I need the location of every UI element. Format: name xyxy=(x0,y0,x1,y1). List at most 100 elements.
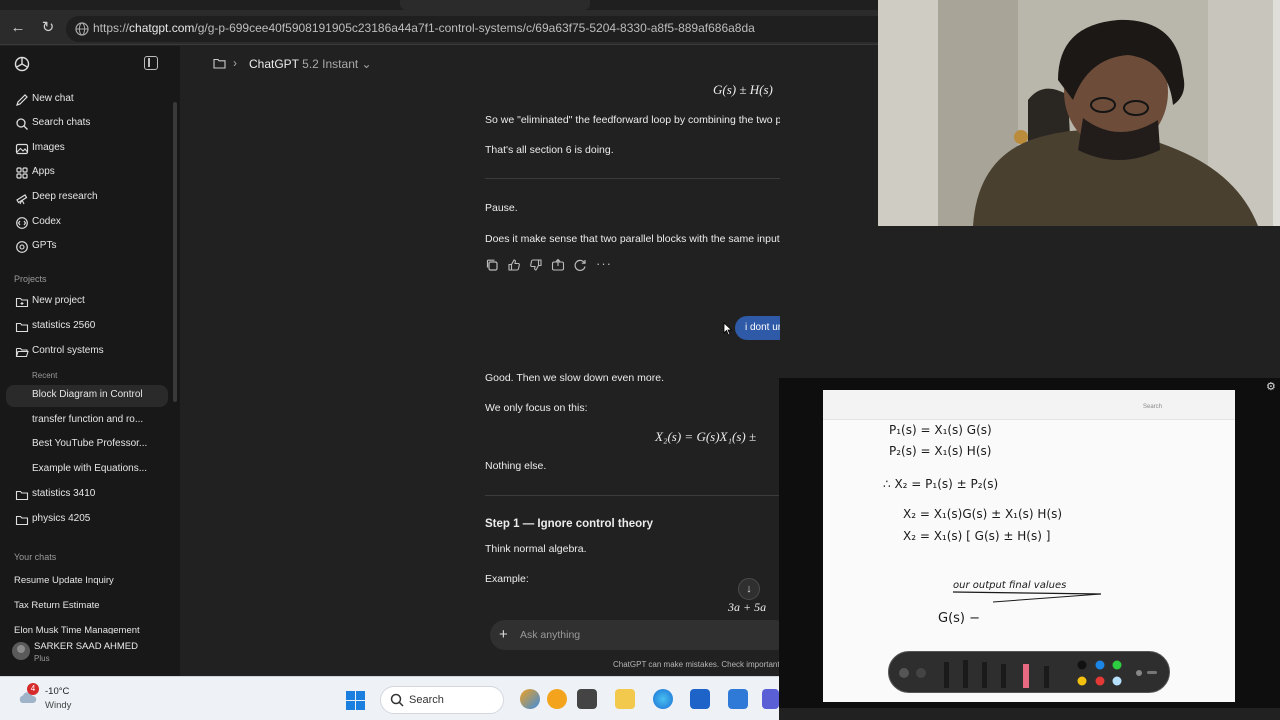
handwritten-line: X₂ = X₁(s)G(s) ± X₁(s) H(s) xyxy=(903,507,1062,521)
sidebar-item-recent-chat[interactable]: transfer function and ro... xyxy=(6,410,168,432)
copilot-app-icon[interactable] xyxy=(547,689,567,709)
sidebar-item-recent-chat[interactable]: Example with Equations... xyxy=(6,459,168,481)
chat-header: › ChatGPT 5.2 Instant ⌄ xyxy=(180,46,878,82)
sidebar-item-codex[interactable]: Codex xyxy=(6,212,168,234)
store-app-icon[interactable] xyxy=(690,689,710,709)
composer-input[interactable] xyxy=(520,627,760,643)
user-name: SARKER SAAD AHMED xyxy=(34,641,138,652)
sidebar-item-label: physics 4205 xyxy=(32,513,91,524)
sidebar-item-new-chat[interactable]: New chat xyxy=(6,89,168,111)
divider xyxy=(485,178,780,179)
gpts-icon xyxy=(16,241,28,253)
address-bar[interactable]: https://chatgpt.com/g/g-p-699cee40f59081… xyxy=(66,16,878,42)
edge-browser-icon[interactable] xyxy=(653,689,673,709)
sidebar-item-label: Images xyxy=(32,142,65,153)
folder-icon xyxy=(15,515,29,526)
sidebar-item-label: New project xyxy=(32,295,85,306)
task-view-icon[interactable] xyxy=(577,689,597,709)
chat-history-item[interactable]: Tax Return Estimate xyxy=(14,600,100,611)
back-icon[interactable]: ← xyxy=(8,18,28,38)
plus-icon[interactable]: + xyxy=(499,626,508,643)
browser-tab[interactable] xyxy=(400,0,590,10)
sidebar-item-label: Example with Equations... xyxy=(32,463,148,474)
chat-thread: G(s) ± H(s) So we "eliminated" the feedf… xyxy=(180,82,780,676)
sidebar-item-label: statistics 2560 xyxy=(32,320,96,331)
sidebar-scrollbar[interactable] xyxy=(173,102,177,402)
sidebar-item-statistics-3410[interactable]: statistics 3410 xyxy=(6,484,168,506)
assistant-text: That's all section 6 is doing. xyxy=(485,144,614,156)
weather-alert-badge: 4 xyxy=(27,683,39,695)
disclaimer-text: ChatGPT can make mistakes. Check importa… xyxy=(613,660,780,669)
sidebar-item-label: transfer function and ro... xyxy=(32,414,144,425)
chat-history-item[interactable]: Elon Musk Time Management xyxy=(14,625,140,634)
chatgpt-logo-icon[interactable] xyxy=(13,55,31,73)
sidebar-item-recent-chat[interactable]: Block Diagram in Control xyxy=(6,385,168,407)
assistant-text: Good. Then we slow down even more. xyxy=(485,372,664,384)
sidebar-item-recent-chat[interactable]: Best YouTube Professor... xyxy=(6,434,168,456)
sidebar-item-control-systems[interactable]: Control systems xyxy=(6,341,168,363)
taskbar-search-label: Search xyxy=(409,694,444,706)
project-folder-icon[interactable] xyxy=(213,58,226,69)
sidebar-item-images[interactable]: Images xyxy=(6,138,168,160)
outlook-app-icon[interactable] xyxy=(728,689,748,709)
user-account-button[interactable]: SARKER SAAD AHMED Plus xyxy=(6,636,172,670)
file-explorer-icon[interactable] xyxy=(615,689,635,709)
mouse-cursor-icon xyxy=(723,322,733,336)
equation-block: X₂(s) = G(s)X₁(s) ± xyxy=(655,429,757,444)
image-icon xyxy=(15,143,29,155)
sidebar-item-label: Apps xyxy=(32,166,55,177)
assistant-text: Nothing else. xyxy=(485,460,547,472)
handwritten-line: X₂ = X₁(s) [ G(s) ± H(s) ] xyxy=(903,529,1050,543)
copy-icon[interactable] xyxy=(485,258,499,272)
sidebar-item-new-project[interactable]: New project xyxy=(6,291,168,313)
projects-heading: Projects xyxy=(14,274,47,284)
sidebar-item-label: statistics 3410 xyxy=(32,488,96,499)
share-icon[interactable] xyxy=(551,258,565,272)
chats-heading: Your chats xyxy=(14,552,57,562)
code-icon xyxy=(16,217,28,229)
sidebar-item-gpts[interactable]: GPTs xyxy=(6,236,168,258)
weather-condition: Windy xyxy=(45,700,72,711)
windows-start-icon[interactable] xyxy=(346,691,365,710)
url-path: /g/g-p-699cee40f5908191905c23186a44a7f1-… xyxy=(194,21,755,35)
chevron-down-icon: ⌄ xyxy=(361,57,372,71)
assistant-text: Example: xyxy=(485,573,529,585)
message-composer: + xyxy=(490,620,790,650)
assistant-text: So we "eliminated" the feedforward loop … xyxy=(485,114,780,126)
chat-history-item[interactable]: Resume Update Inquiry xyxy=(14,575,114,586)
sidebar-item-physics-4205[interactable]: physics 4205 xyxy=(6,509,168,531)
url-prefix: https:// xyxy=(93,21,130,35)
sidebar-item-apps[interactable]: Apps xyxy=(6,162,168,184)
folder-icon xyxy=(15,322,29,333)
webcam-feed xyxy=(878,0,1280,226)
arrow-down-icon: ↓ xyxy=(746,583,752,595)
pen-tools xyxy=(899,660,1157,688)
search-icon xyxy=(16,118,28,130)
weather-temperature: -10°C xyxy=(45,686,70,697)
equation-block: 3a + 5a xyxy=(728,600,767,614)
sidebar-item-search-chats[interactable]: Search chats xyxy=(6,113,168,135)
handwritten-line: G(s) − xyxy=(938,611,980,626)
widgets-app-icon[interactable] xyxy=(520,689,540,709)
handwritten-line: our output final values xyxy=(953,580,1066,591)
sidebar-item-deep-research[interactable]: Deep research xyxy=(6,187,168,209)
regenerate-icon[interactable] xyxy=(573,258,587,272)
gear-icon[interactable]: ⚙ xyxy=(1266,380,1278,393)
teams-app-icon[interactable] xyxy=(762,689,779,709)
sidebar-toggle-icon[interactable] xyxy=(144,56,158,70)
thumbs-down-icon[interactable] xyxy=(529,258,543,272)
folder-plus-icon xyxy=(15,297,29,308)
handwritten-line: P₂(s) = X₁(s) H(s) xyxy=(889,444,991,458)
site-info-icon[interactable] xyxy=(74,21,90,37)
taskbar-search[interactable]: Search xyxy=(380,686,504,714)
model-selector[interactable]: ChatGPT 5.2 Instant ⌄ xyxy=(249,57,372,71)
thumbs-up-icon[interactable] xyxy=(507,258,521,272)
sidebar-item-statistics-2560[interactable]: statistics 2560 xyxy=(6,316,168,338)
assistant-text: We only focus on this: xyxy=(485,402,588,414)
telescope-icon xyxy=(16,194,28,205)
user-message-bubble: i dont understand but okay. Step 2 i don… xyxy=(735,316,780,340)
more-options-icon[interactable]: ··· xyxy=(596,256,611,271)
pen-toolbar[interactable] xyxy=(888,651,1170,693)
scroll-down-button[interactable]: ↓ xyxy=(738,578,760,600)
reload-icon[interactable]: ↻ xyxy=(38,18,58,38)
